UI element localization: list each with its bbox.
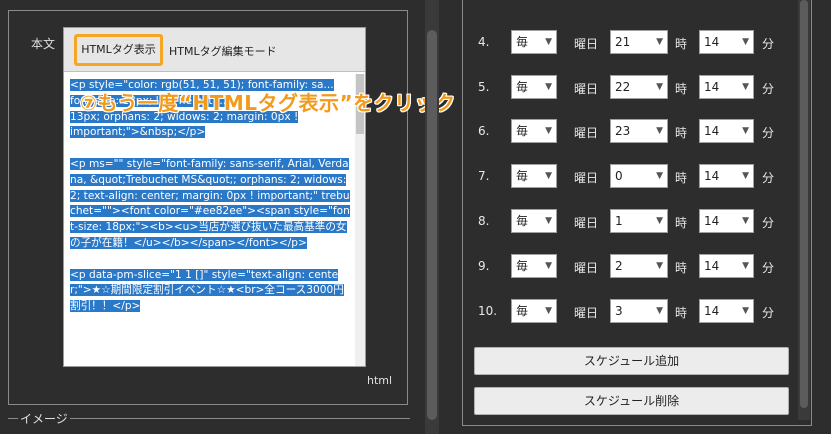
row-number: 7. xyxy=(478,169,490,183)
weekday-label: 曜日 xyxy=(574,126,599,140)
schedule-scroll-thumb[interactable] xyxy=(800,0,808,408)
minute-label: 分 xyxy=(762,261,775,275)
instruction-annotation: ⑦もう一度“HTMLタグ表示”をクリック xyxy=(80,91,456,115)
minute-label: 分 xyxy=(762,82,775,96)
chevron-down-icon: ▼ xyxy=(742,82,749,92)
row-number: 9. xyxy=(478,259,490,273)
chevron-down-icon: ▼ xyxy=(742,261,749,271)
page-scroll-thumb[interactable] xyxy=(427,30,437,420)
chevron-down-icon: ▼ xyxy=(656,82,663,92)
chevron-down-icon: ▼ xyxy=(545,82,552,92)
chevron-down-icon: ▼ xyxy=(742,216,749,226)
body-label: 本文 xyxy=(31,37,56,51)
weekday-label: 曜日 xyxy=(574,82,599,96)
hour-select[interactable]: 14 ▼ xyxy=(699,254,754,278)
chevron-down-icon: ▼ xyxy=(742,126,749,136)
day-select[interactable]: 3 ▼ xyxy=(610,299,668,323)
day-select[interactable]: 23 ▼ xyxy=(610,119,668,143)
minute-label: 分 xyxy=(762,306,775,320)
hour-label: 時 xyxy=(675,216,688,230)
day-select[interactable]: 22 ▼ xyxy=(610,75,668,99)
schedule-scrollbar[interactable] xyxy=(798,0,810,420)
code-area[interactable]: <p style="color: rgb(51, 51, 51); font-f… xyxy=(64,74,356,366)
frequency-select[interactable]: 毎 ▼ xyxy=(511,299,557,323)
minute-label: 分 xyxy=(762,37,775,51)
minute-label: 分 xyxy=(762,171,775,185)
frequency-select[interactable]: 毎 ▼ xyxy=(511,254,557,278)
chevron-down-icon: ▼ xyxy=(656,216,663,226)
hour-select[interactable]: 14 ▼ xyxy=(699,209,754,233)
weekday-label: 曜日 xyxy=(574,216,599,230)
page-scrollbar[interactable] xyxy=(425,0,439,434)
hour-select[interactable]: 14 ▼ xyxy=(699,75,754,99)
chevron-down-icon: ▼ xyxy=(545,126,552,136)
weekday-label: 曜日 xyxy=(574,261,599,275)
delete-schedule-button[interactable]: スケジュール削除 xyxy=(474,387,789,415)
chevron-down-icon: ▼ xyxy=(545,37,552,47)
chevron-down-icon: ▼ xyxy=(545,261,552,271)
hour-label: 時 xyxy=(675,171,688,185)
row-number: 4. xyxy=(478,35,490,49)
chevron-down-icon: ▼ xyxy=(545,306,552,316)
hour-select[interactable]: 14 ▼ xyxy=(699,299,754,323)
code-line: important;">&nbsp;</p> xyxy=(70,126,206,139)
row-number: 10. xyxy=(478,304,498,318)
html-editor[interactable]: HTMLタグ表示 HTMLタグ編集モード <p style="color: rg… xyxy=(63,27,366,367)
frequency-select[interactable]: 毎 ▼ xyxy=(511,30,557,54)
hour-label: 時 xyxy=(675,306,688,320)
weekday-label: 曜日 xyxy=(574,306,599,320)
chevron-down-icon: ▼ xyxy=(545,171,552,181)
html-tag-toggle-button[interactable]: HTMLタグ表示 xyxy=(74,34,163,66)
schedule-row: 7. 毎 ▼ 曜日 0 ▼ 時 14 ▼ 分 xyxy=(463,162,813,192)
hour-label: 時 xyxy=(675,82,688,96)
add-schedule-button[interactable]: スケジュール追加 xyxy=(474,347,789,375)
frequency-select[interactable]: 毎 ▼ xyxy=(511,75,557,99)
schedule-row: 10. 毎 ▼ 曜日 3 ▼ 時 14 ▼ 分 xyxy=(463,297,813,327)
hour-label: 時 xyxy=(675,126,688,140)
chevron-down-icon: ▼ xyxy=(742,37,749,47)
day-select[interactable]: 1 ▼ xyxy=(610,209,668,233)
weekday-label: 曜日 xyxy=(574,37,599,51)
schedule-row: 4. 毎 ▼ 曜日 21 ▼ 時 14 ▼ 分 xyxy=(463,28,813,58)
code-block: <p data-pm-slice="1 1 []" style="text-al… xyxy=(70,268,344,313)
hour-select[interactable]: 14 ▼ xyxy=(699,119,754,143)
frequency-select[interactable]: 毎 ▼ xyxy=(511,209,557,233)
day-select[interactable]: 2 ▼ xyxy=(610,254,668,278)
day-select[interactable]: 21 ▼ xyxy=(610,30,668,54)
chevron-down-icon: ▼ xyxy=(656,306,663,316)
code-block: <p ms="" style="font-family: sans-serif,… xyxy=(70,157,350,249)
row-number: 8. xyxy=(478,214,490,228)
minute-label: 分 xyxy=(762,216,775,230)
body-panel: 本文 HTMLタグ表示 HTMLタグ編集モード <p style="color:… xyxy=(8,10,408,405)
chevron-down-icon: ▼ xyxy=(656,37,663,47)
day-select[interactable]: 0 ▼ xyxy=(610,164,668,188)
edit-mode-label: HTMLタグ編集モード xyxy=(169,45,277,58)
chevron-down-icon: ▼ xyxy=(742,306,749,316)
row-number: 6. xyxy=(478,124,490,138)
chevron-down-icon: ▼ xyxy=(656,261,663,271)
hour-select[interactable]: 14 ▼ xyxy=(699,30,754,54)
frequency-select[interactable]: 毎 ▼ xyxy=(511,119,557,143)
row-number: 5. xyxy=(478,80,490,94)
weekday-label: 曜日 xyxy=(574,171,599,185)
chevron-down-icon: ▼ xyxy=(656,126,663,136)
schedule-row: 5. 毎 ▼ 曜日 22 ▼ 時 14 ▼ 分 xyxy=(463,73,813,103)
chevron-down-icon: ▼ xyxy=(545,216,552,226)
frequency-select[interactable]: 毎 ▼ xyxy=(511,164,557,188)
image-section-legend: イメージ xyxy=(18,410,70,427)
hour-label: 時 xyxy=(675,37,688,51)
schedule-row: 8. 毎 ▼ 曜日 1 ▼ 時 14 ▼ 分 xyxy=(463,207,813,237)
editor-toolbar: HTMLタグ表示 HTMLタグ編集モード xyxy=(64,28,365,72)
hour-label: 時 xyxy=(675,261,688,275)
chevron-down-icon: ▼ xyxy=(742,171,749,181)
schedule-row: 6. 毎 ▼ 曜日 23 ▼ 時 14 ▼ 分 xyxy=(463,117,813,147)
minute-label: 分 xyxy=(762,126,775,140)
editor-scrollbar[interactable] xyxy=(355,74,365,366)
chevron-down-icon: ▼ xyxy=(656,171,663,181)
schedule-row: 9. 毎 ▼ 曜日 2 ▼ 時 14 ▼ 分 xyxy=(463,252,813,282)
hour-select[interactable]: 14 ▼ xyxy=(699,164,754,188)
schedule-panel: 4. 毎 ▼ 曜日 21 ▼ 時 14 ▼ 分 5. 毎 ▼ 曜日 22 ▼ 時 14 ▼ … xyxy=(462,0,812,426)
html-label: html xyxy=(367,374,393,387)
